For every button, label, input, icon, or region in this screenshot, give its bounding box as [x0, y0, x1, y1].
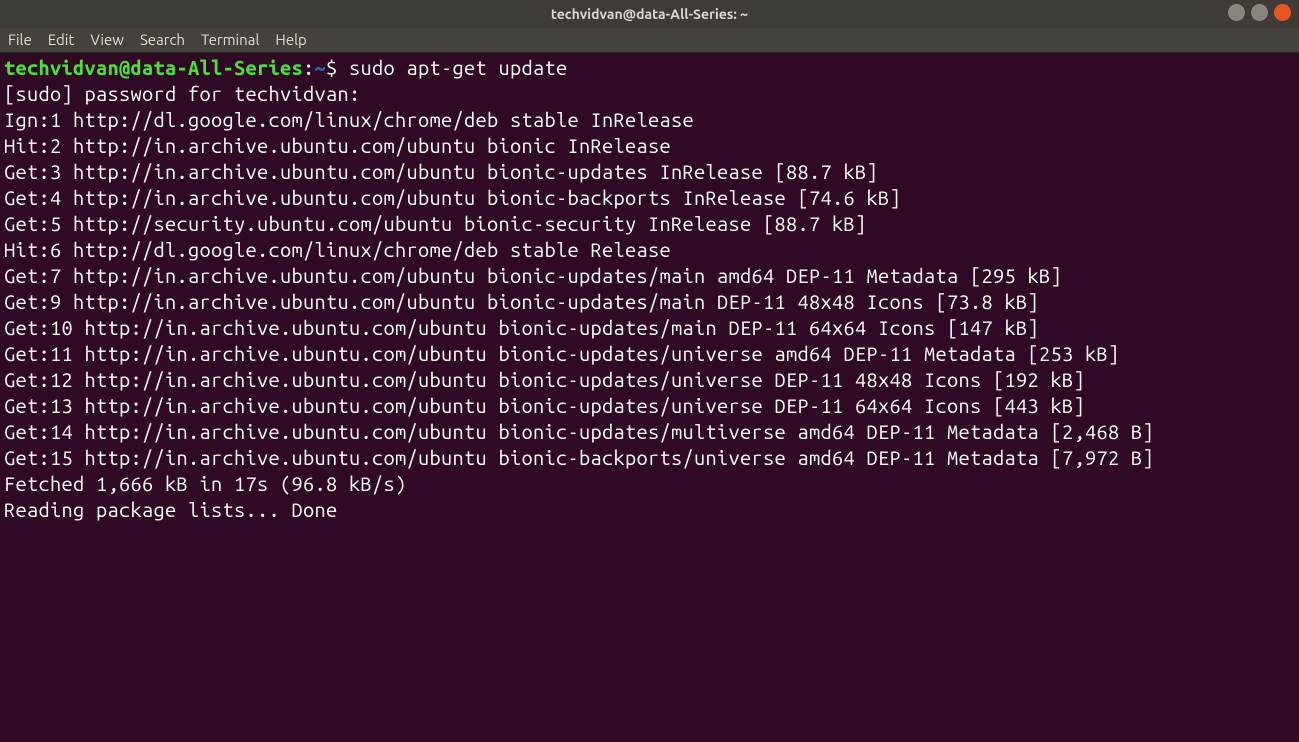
menu-file[interactable]: File [8, 30, 32, 50]
menu-help[interactable]: Help [275, 30, 306, 50]
menu-view[interactable]: View [90, 30, 124, 50]
output-line: Get:13 http://in.archive.ubuntu.com/ubun… [4, 393, 1295, 419]
command-text: sudo apt-get update [349, 56, 568, 79]
output-line: Get:15 http://in.archive.ubuntu.com/ubun… [4, 445, 1295, 471]
output-line: Get:12 http://in.archive.ubuntu.com/ubun… [4, 367, 1295, 393]
close-button[interactable] [1274, 4, 1291, 21]
menu-search[interactable]: Search [140, 30, 185, 50]
output-line: Get:3 http://in.archive.ubuntu.com/ubunt… [4, 159, 1295, 185]
prompt-dollar: $ [326, 56, 349, 79]
output-line: Ign:1 http://dl.google.com/linux/chrome/… [4, 107, 1295, 133]
output-line: Get:10 http://in.archive.ubuntu.com/ubun… [4, 315, 1295, 341]
output-line: Get:14 http://in.archive.ubuntu.com/ubun… [4, 419, 1295, 445]
output-line: Get:9 http://in.archive.ubuntu.com/ubunt… [4, 289, 1295, 315]
output-line: Hit:2 http://in.archive.ubuntu.com/ubunt… [4, 133, 1295, 159]
maximize-button[interactable] [1251, 4, 1268, 21]
prompt-path: ~ [315, 56, 327, 79]
titlebar: techvidvan@data-All-Series: ~ [0, 0, 1299, 28]
output-line: Hit:6 http://dl.google.com/linux/chrome/… [4, 237, 1295, 263]
menu-terminal[interactable]: Terminal [201, 30, 259, 50]
prompt-line: techvidvan@data-All-Series:~$ sudo apt-g… [4, 55, 1295, 81]
terminal-output[interactable]: techvidvan@data-All-Series:~$ sudo apt-g… [0, 53, 1299, 525]
menu-edit[interactable]: Edit [48, 30, 75, 50]
menubar: File Edit View Search Terminal Help [0, 28, 1299, 53]
window-controls [1228, 4, 1291, 21]
prompt-user-host: techvidvan@data-All-Series [4, 56, 303, 79]
output-line: Get:7 http://in.archive.ubuntu.com/ubunt… [4, 263, 1295, 289]
output-line: Reading package lists... Done [4, 497, 1295, 523]
output-line: [sudo] password for techvidvan: [4, 81, 1295, 107]
prompt-sep: : [303, 56, 315, 79]
window-title: techvidvan@data-All-Series: ~ [551, 5, 748, 23]
output-line: Get:4 http://in.archive.ubuntu.com/ubunt… [4, 185, 1295, 211]
output-line: Get:11 http://in.archive.ubuntu.com/ubun… [4, 341, 1295, 367]
minimize-button[interactable] [1228, 4, 1245, 21]
output-line: Fetched 1,666 kB in 17s (96.8 kB/s) [4, 471, 1295, 497]
output-line: Get:5 http://security.ubuntu.com/ubuntu … [4, 211, 1295, 237]
